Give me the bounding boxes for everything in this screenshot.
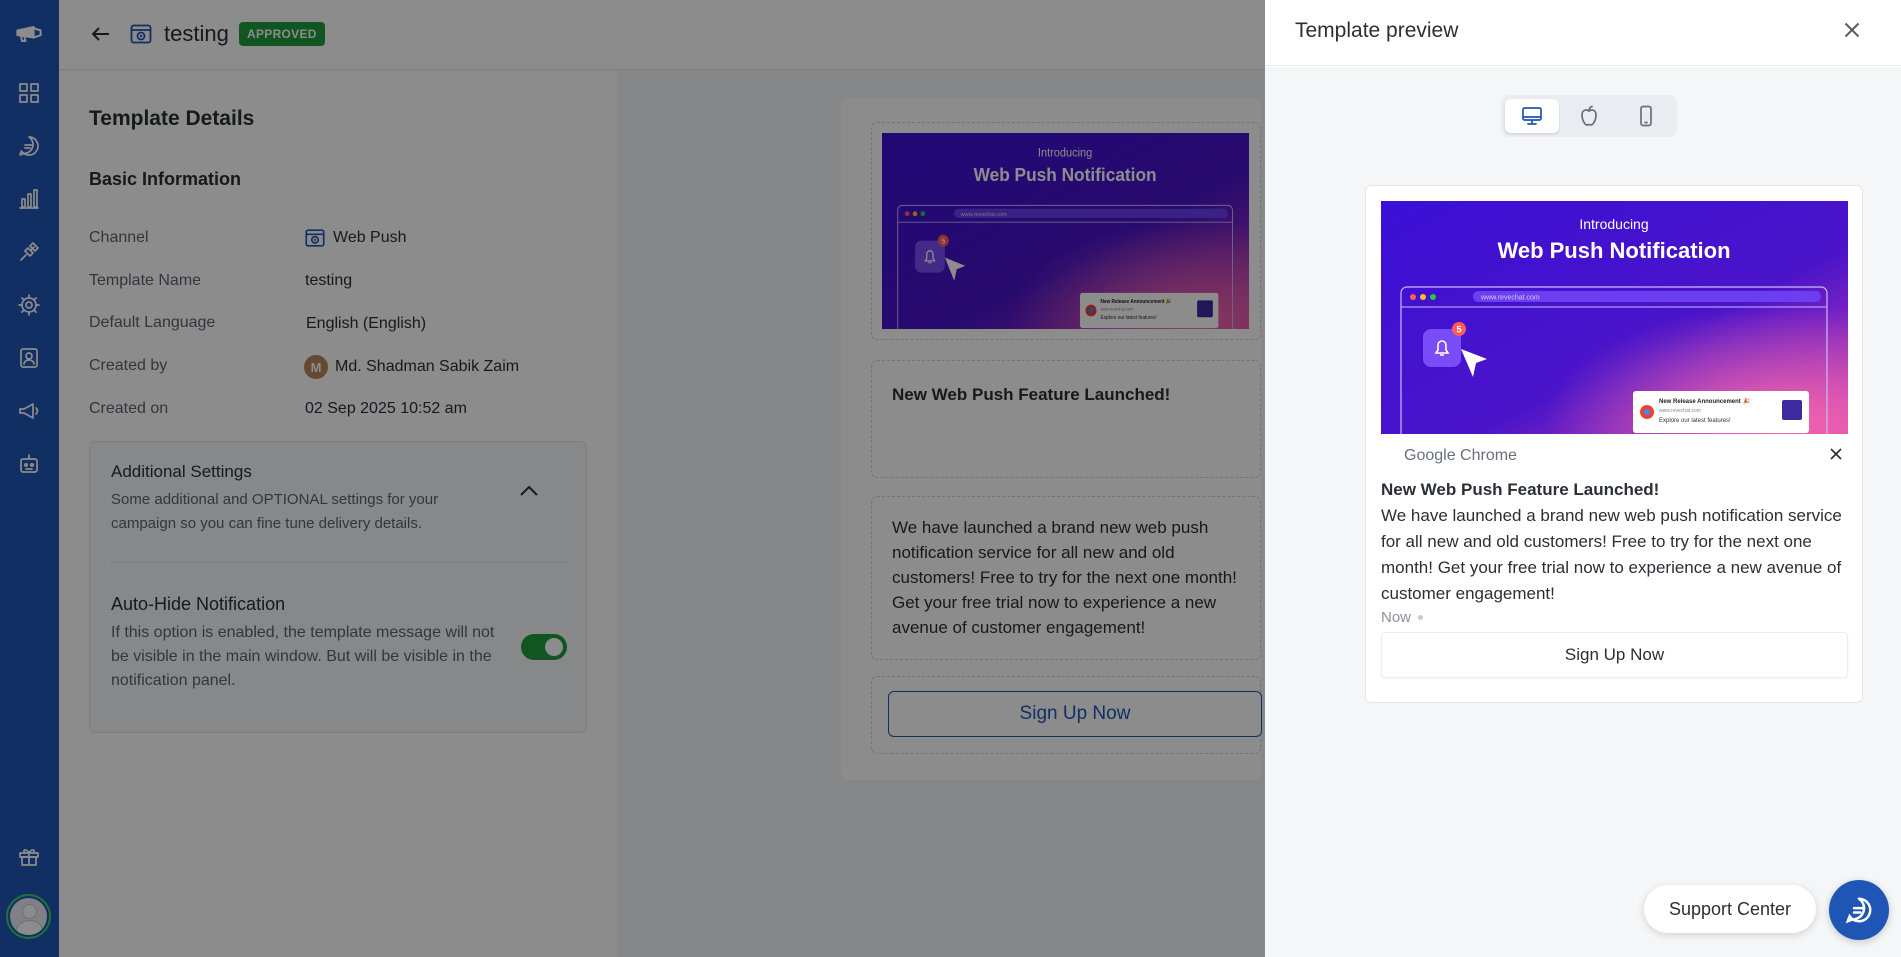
notification-preview: Introducing Web Push Notification www.re… xyxy=(1365,185,1863,703)
apple-icon xyxy=(1581,105,1597,126)
notification-banner-image: Introducing Web Push Notification www.re… xyxy=(1381,201,1848,434)
svg-text:Web Push Notification: Web Push Notification xyxy=(1497,238,1730,263)
notification-sign-up-button[interactable]: Sign Up Now xyxy=(1381,632,1848,678)
mobile-preview-button[interactable] xyxy=(1619,99,1673,133)
desktop-preview-button[interactable] xyxy=(1505,99,1559,133)
template-preview-drawer: Template preview Introducing Web Push No… xyxy=(1265,0,1901,957)
svg-text:www.revechat.com: www.revechat.com xyxy=(1480,295,1540,302)
svg-text:Introducing: Introducing xyxy=(1579,216,1648,232)
svg-text:New Release Announcement 🎉: New Release Announcement 🎉 xyxy=(1659,397,1750,405)
svg-text:5: 5 xyxy=(1456,325,1461,335)
notification-time-text: Now xyxy=(1381,609,1412,626)
close-icon[interactable] xyxy=(1839,17,1865,43)
svg-text:www.revechat.com: www.revechat.com xyxy=(1659,408,1701,414)
drawer-header: Template preview xyxy=(1265,0,1901,66)
dot-separator xyxy=(1418,615,1424,620)
device-switcher xyxy=(1501,95,1677,137)
mobile-icon xyxy=(1640,105,1652,127)
svg-text:Explore our latest features!: Explore our latest features! xyxy=(1659,418,1731,424)
notification-time: Now xyxy=(1381,609,1424,626)
drawer-title: Template preview xyxy=(1295,19,1459,42)
notification-body: We have launched a brand new web push no… xyxy=(1381,506,1842,603)
notification-source: Google Chrome xyxy=(1404,447,1517,464)
apple-preview-button[interactable] xyxy=(1562,99,1616,133)
notification-close-icon[interactable] xyxy=(1826,444,1846,464)
chat-launcher-button[interactable] xyxy=(1829,880,1889,940)
notification-title: New Web Push Feature Launched! xyxy=(1381,480,1660,499)
chat-bubble-icon xyxy=(1845,897,1872,924)
modal-overlay[interactable] xyxy=(0,0,1265,957)
support-center-button[interactable]: Support Center xyxy=(1644,885,1816,933)
drawer-body: Introducing Web Push Notification www.re… xyxy=(1265,67,1901,957)
desktop-icon xyxy=(1522,107,1542,125)
